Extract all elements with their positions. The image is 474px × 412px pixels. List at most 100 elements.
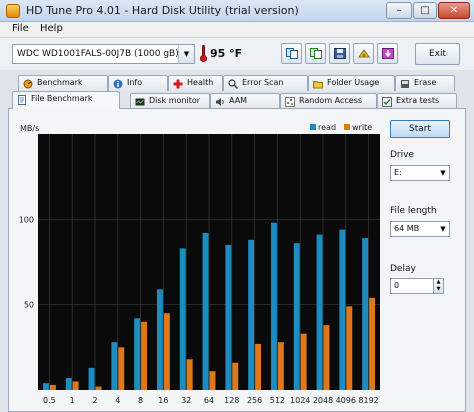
write-bar — [163, 313, 170, 390]
download-button[interactable] — [377, 43, 398, 64]
x-tick-label: 64 — [204, 396, 214, 405]
drive-dropdown-value: E: — [394, 168, 402, 177]
temperature-readout: 95 °F — [210, 47, 243, 60]
copy-text-icon — [286, 48, 298, 59]
x-tick-label: 2048 — [313, 396, 333, 405]
read-bar — [362, 238, 369, 390]
write-bar — [346, 306, 353, 390]
write-bar — [300, 333, 307, 390]
tab-extra-tests[interactable]: Extra tests — [377, 93, 457, 109]
x-tick-label: 128 — [224, 396, 239, 405]
x-tick-label: 1 — [70, 396, 75, 405]
drive-selector-value: WDC WD1001FALS-00J7B (1000 gB) — [17, 49, 179, 59]
write-bar — [232, 362, 239, 390]
write-bar — [323, 325, 330, 390]
x-tick-label: 512 — [270, 396, 285, 405]
drive-dropdown[interactable]: E: ▼ — [390, 165, 450, 181]
x-tick-label: 4 — [115, 396, 120, 405]
write-bar — [369, 297, 376, 390]
write-bar — [72, 381, 79, 390]
speaker-icon — [216, 98, 224, 106]
legend-swatch-write — [344, 124, 350, 130]
delay-spin-buttons[interactable]: ▲ ▼ — [434, 278, 444, 294]
file-length-dropdown[interactable]: 64 MB ▼ — [390, 221, 450, 237]
read-bar — [293, 243, 300, 390]
tab-health[interactable]: Health — [168, 75, 223, 91]
tab-benchmark[interactable]: Benchmark — [18, 75, 108, 91]
menu-bar: File Help — [0, 22, 474, 38]
legend-label-write: write — [352, 123, 372, 132]
exit-button[interactable]: Exit — [415, 43, 460, 65]
tab-folder-usage[interactable]: Folder Usage — [308, 75, 395, 91]
chevron-down-icon: ▼ — [440, 225, 446, 233]
minimize-button[interactable]: – — [386, 2, 412, 19]
write-bar — [141, 321, 148, 390]
read-bar — [134, 318, 141, 390]
close-button[interactable]: ✕ — [438, 2, 470, 19]
x-tick-label: 256 — [247, 396, 262, 405]
tab-info[interactable]: Info — [108, 75, 168, 91]
write-bar — [49, 384, 56, 390]
disk-monitor-icon — [135, 98, 145, 106]
folder-icon — [313, 81, 323, 89]
read-bar — [225, 244, 232, 390]
options-button[interactable] — [353, 43, 374, 64]
x-tick-label: 0.5 — [43, 396, 56, 405]
y-tick-label: 100 — [19, 215, 34, 224]
save-button[interactable] — [329, 43, 350, 64]
info-icon — [113, 79, 123, 89]
x-tick-label: 16 — [158, 396, 168, 405]
y-tick-label: 50 — [24, 301, 34, 310]
read-bar — [88, 367, 95, 390]
file-benchmark-icon — [18, 95, 26, 105]
legend-label-read: read — [318, 123, 336, 132]
read-bar — [111, 342, 118, 390]
benchmark-icon — [23, 79, 33, 89]
maximize-button[interactable]: □ — [413, 2, 437, 19]
y-axis-label: MB/s — [20, 124, 39, 133]
x-tick-label: 8192 — [358, 396, 378, 405]
window-title: HD Tune Pro 4.01 - Hard Disk Utility (tr… — [26, 4, 299, 17]
save-icon — [334, 48, 346, 59]
x-tick-label: 2 — [92, 396, 97, 405]
read-bar — [42, 383, 49, 390]
file-length-label: File length — [390, 206, 437, 216]
erase-icon — [401, 80, 409, 88]
tab-disk-monitor[interactable]: Disk monitor — [130, 93, 210, 109]
read-bar — [248, 239, 255, 390]
extra-tests-icon — [382, 97, 392, 107]
tab-error-scan[interactable]: Error Scan — [223, 75, 308, 91]
random-access-icon — [285, 97, 295, 107]
delay-input[interactable]: 0 — [390, 278, 434, 294]
x-tick-label: 4096 — [336, 396, 356, 405]
menu-file[interactable]: File — [12, 23, 29, 34]
write-bar — [118, 347, 125, 390]
read-bar — [202, 232, 209, 390]
write-bar — [209, 371, 216, 390]
copy-screenshot-button[interactable] — [305, 43, 326, 64]
file-length-dropdown-value: 64 MB — [394, 224, 420, 233]
health-icon — [173, 79, 183, 89]
tab-aam[interactable]: AAM — [210, 93, 280, 109]
error-scan-icon — [228, 79, 238, 89]
tab-random-access[interactable]: Random Access — [280, 93, 377, 109]
copy-text-button[interactable] — [281, 43, 302, 64]
menu-help[interactable]: Help — [40, 23, 63, 34]
start-button[interactable]: Start — [390, 120, 450, 138]
app-icon — [6, 4, 20, 18]
read-bar — [65, 378, 72, 390]
chart-svg: 50 100 MB/s 0.5 1 2 4 8 16 32 64 128 256 512 1024 2048 4… — [19, 123, 380, 405]
tab-file-benchmark[interactable]: File Benchmark — [12, 91, 120, 109]
chevron-down-icon: ▼ — [440, 169, 446, 177]
download-icon — [382, 48, 394, 59]
drive-selector[interactable]: WDC WD1001FALS-00J7B (1000 gB) ▼ — [12, 44, 195, 64]
read-bar — [339, 229, 346, 390]
x-tick-label: 8 — [138, 396, 143, 405]
write-bar — [255, 343, 262, 390]
write-bar — [95, 386, 102, 390]
write-bar — [186, 359, 193, 390]
copy-screenshot-icon — [310, 48, 322, 59]
tab-erase[interactable]: Erase — [395, 75, 455, 91]
drive-label: Drive — [390, 150, 414, 160]
options-icon — [358, 49, 370, 58]
